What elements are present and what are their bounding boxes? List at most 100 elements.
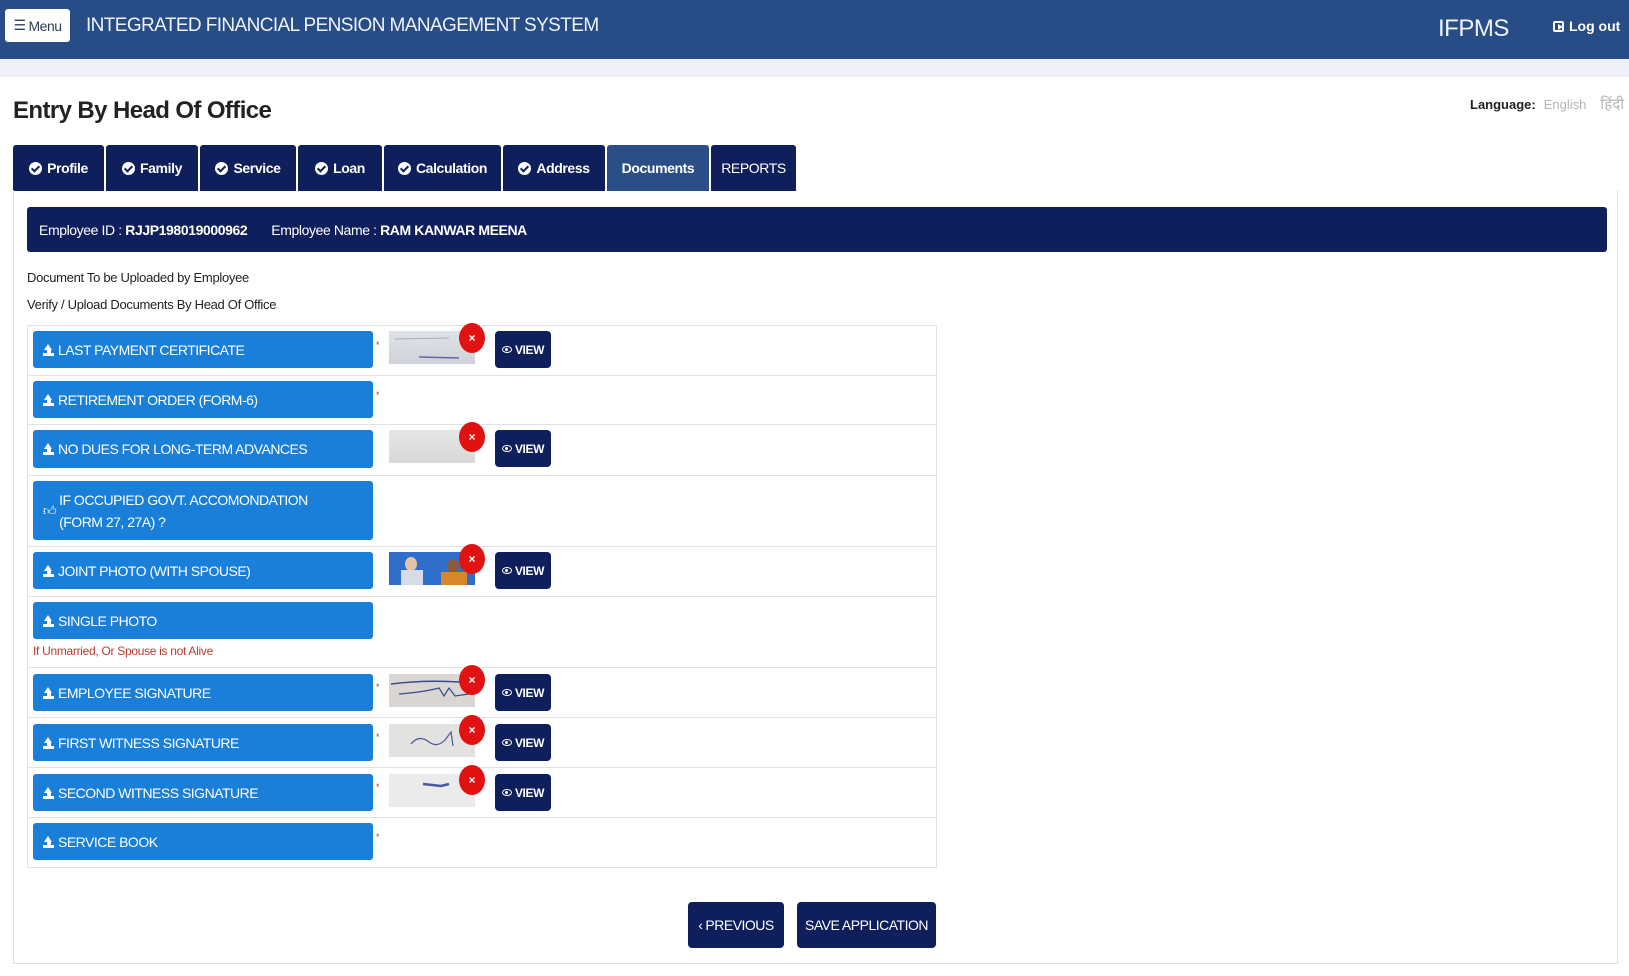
view-label: VIEW [514, 785, 545, 800]
required-marker: * [376, 682, 380, 692]
check-circle-icon [215, 161, 229, 175]
delete-document-button[interactable]: × [459, 422, 485, 452]
eye-icon [501, 739, 512, 746]
upload-icon [43, 786, 54, 799]
tab-service[interactable]: Service [200, 145, 296, 191]
document-label: SINGLE PHOTO [58, 612, 157, 629]
hoo-docs-note: Verify / Upload Documents By Head Of Off… [27, 297, 277, 312]
close-icon: × [468, 723, 476, 737]
view-label: VIEW [514, 342, 545, 357]
upload-icon [43, 835, 54, 848]
required-marker: * [376, 782, 380, 792]
eye-icon [501, 789, 512, 796]
check-circle-icon [397, 161, 411, 175]
thumbs-up-icon: 👍︎ [43, 502, 57, 518]
previous-label: PREVIOUS [705, 917, 774, 933]
tab-address[interactable]: Address [503, 145, 605, 191]
check-circle-icon [315, 161, 329, 175]
tab-label: Service [233, 160, 281, 176]
save-label: SAVE APPLICATION [805, 917, 928, 933]
check-circle-icon [29, 161, 43, 175]
view-label: VIEW [514, 563, 545, 578]
upload-button[interactable]: 👍︎ IF OCCUPIED GOVT. ACCOMONDATION (FORM … [33, 481, 373, 540]
language-english[interactable]: English [1544, 97, 1587, 112]
close-icon: × [468, 773, 476, 787]
required-marker: * [376, 390, 380, 400]
upload-button[interactable]: NO DUES FOR LONG-TERM ADVANCES [33, 430, 373, 468]
eye-icon [501, 689, 512, 696]
app-short-name: IFPMS [1438, 15, 1509, 42]
menu-label: Menu [28, 17, 63, 34]
document-row: NO DUES FOR LONG-TERM ADVANCES × VIEW [28, 422, 936, 476]
view-label: VIEW [514, 441, 545, 456]
menu-button[interactable]: ☰ Menu [5, 9, 70, 42]
required-marker: * [376, 832, 380, 842]
previous-button[interactable]: ‹ PREVIOUS [688, 902, 784, 948]
document-row: 👍︎ IF OCCUPIED GOVT. ACCOMONDATION (FORM … [28, 476, 936, 547]
hamburger-icon: ☰ [13, 17, 26, 33]
tab-reports[interactable]: REPORTS [711, 145, 796, 191]
page-title: Entry By Head Of Office [13, 97, 272, 124]
upload-icon [43, 564, 54, 577]
required-marker: * [376, 340, 380, 350]
delete-document-button[interactable]: × [459, 544, 485, 574]
view-document-button[interactable]: VIEW [495, 674, 551, 711]
tab-calculation[interactable]: Calculation [384, 145, 501, 191]
sub-header-strip [0, 59, 1629, 77]
delete-document-button[interactable]: × [459, 715, 485, 745]
logout-link[interactable]: Log out [1553, 18, 1620, 34]
upload-icon [43, 443, 54, 455]
language-switcher: Language: English हिंदी [1470, 94, 1624, 114]
language-label: Language: [1470, 96, 1536, 112]
close-icon: × [468, 552, 476, 566]
close-icon: × [468, 430, 476, 444]
upload-button[interactable]: JOINT PHOTO (WITH SPOUSE) [33, 552, 373, 589]
employee-name-label: Employee Name : [271, 221, 377, 238]
view-document-button[interactable]: VIEW [495, 552, 551, 589]
document-label: IF OCCUPIED GOVT. ACCOMONDATION (FORM 27… [59, 491, 308, 530]
tab-profile[interactable]: Profile [13, 145, 104, 191]
view-document-button[interactable]: VIEW [495, 430, 551, 467]
close-icon: × [468, 331, 476, 345]
upload-button[interactable]: SECOND WITNESS SIGNATURE [33, 774, 373, 811]
language-hindi[interactable]: हिंदी [1600, 94, 1624, 114]
document-label: NO DUES FOR LONG-TERM ADVANCES [58, 441, 308, 457]
tab-label: Family [140, 160, 182, 176]
upload-icon [43, 393, 54, 406]
upload-icon [43, 686, 54, 699]
document-row: SINGLE PHOTO If Unmarried, Or Spouse is … [28, 597, 936, 668]
upload-button[interactable]: RETIREMENT ORDER (FORM-6) [33, 381, 373, 418]
document-label: SERVICE BOOK [58, 833, 158, 850]
document-label: FIRST WITNESS SIGNATURE [58, 734, 239, 751]
top-navbar: ☰ Menu INTEGRATED FINANCIAL PENSION MANA… [0, 0, 1629, 59]
logout-label: Log out [1569, 18, 1621, 34]
document-label: SECOND WITNESS SIGNATURE [58, 784, 259, 801]
tab-label: Loan [333, 160, 365, 176]
delete-document-button[interactable]: × [459, 765, 485, 795]
tab-loan[interactable]: Loan [298, 145, 382, 191]
delete-document-button[interactable]: × [459, 665, 485, 695]
save-application-button[interactable]: SAVE APPLICATION [797, 902, 936, 948]
view-document-button[interactable]: VIEW [495, 774, 551, 811]
eye-icon [501, 567, 512, 574]
chevron-left-icon: ‹ [698, 917, 703, 933]
upload-button[interactable]: SERVICE BOOK [33, 823, 373, 860]
upload-icon [43, 614, 54, 627]
upload-button[interactable]: FIRST WITNESS SIGNATURE [33, 724, 373, 761]
upload-button[interactable]: SINGLE PHOTO [33, 602, 373, 639]
view-document-button[interactable]: VIEW [495, 724, 551, 761]
upload-button[interactable]: LAST PAYMENT CERTIFICATE [33, 331, 373, 368]
tab-label: Documents [621, 160, 695, 176]
document-row: JOINT PHOTO (WITH SPOUSE) × VIEW [28, 544, 936, 597]
employee-info-bar: Employee ID : RJJP198019000962 Employee … [27, 207, 1607, 252]
tab-family[interactable]: Family [106, 145, 198, 191]
delete-document-button[interactable]: × [459, 323, 485, 353]
upload-button[interactable]: EMPLOYEE SIGNATURE [33, 674, 373, 711]
tab-documents[interactable]: Documents [607, 145, 709, 191]
employee-name-value: RAM KANWAR MEENA [380, 221, 527, 238]
document-row: EMPLOYEE SIGNATURE * × VIEW [28, 665, 936, 718]
view-document-button[interactable]: VIEW [495, 331, 551, 368]
employee-id-value: RJJP198019000962 [125, 221, 248, 238]
document-row: SERVICE BOOK * [28, 818, 936, 867]
eye-icon [501, 445, 512, 452]
